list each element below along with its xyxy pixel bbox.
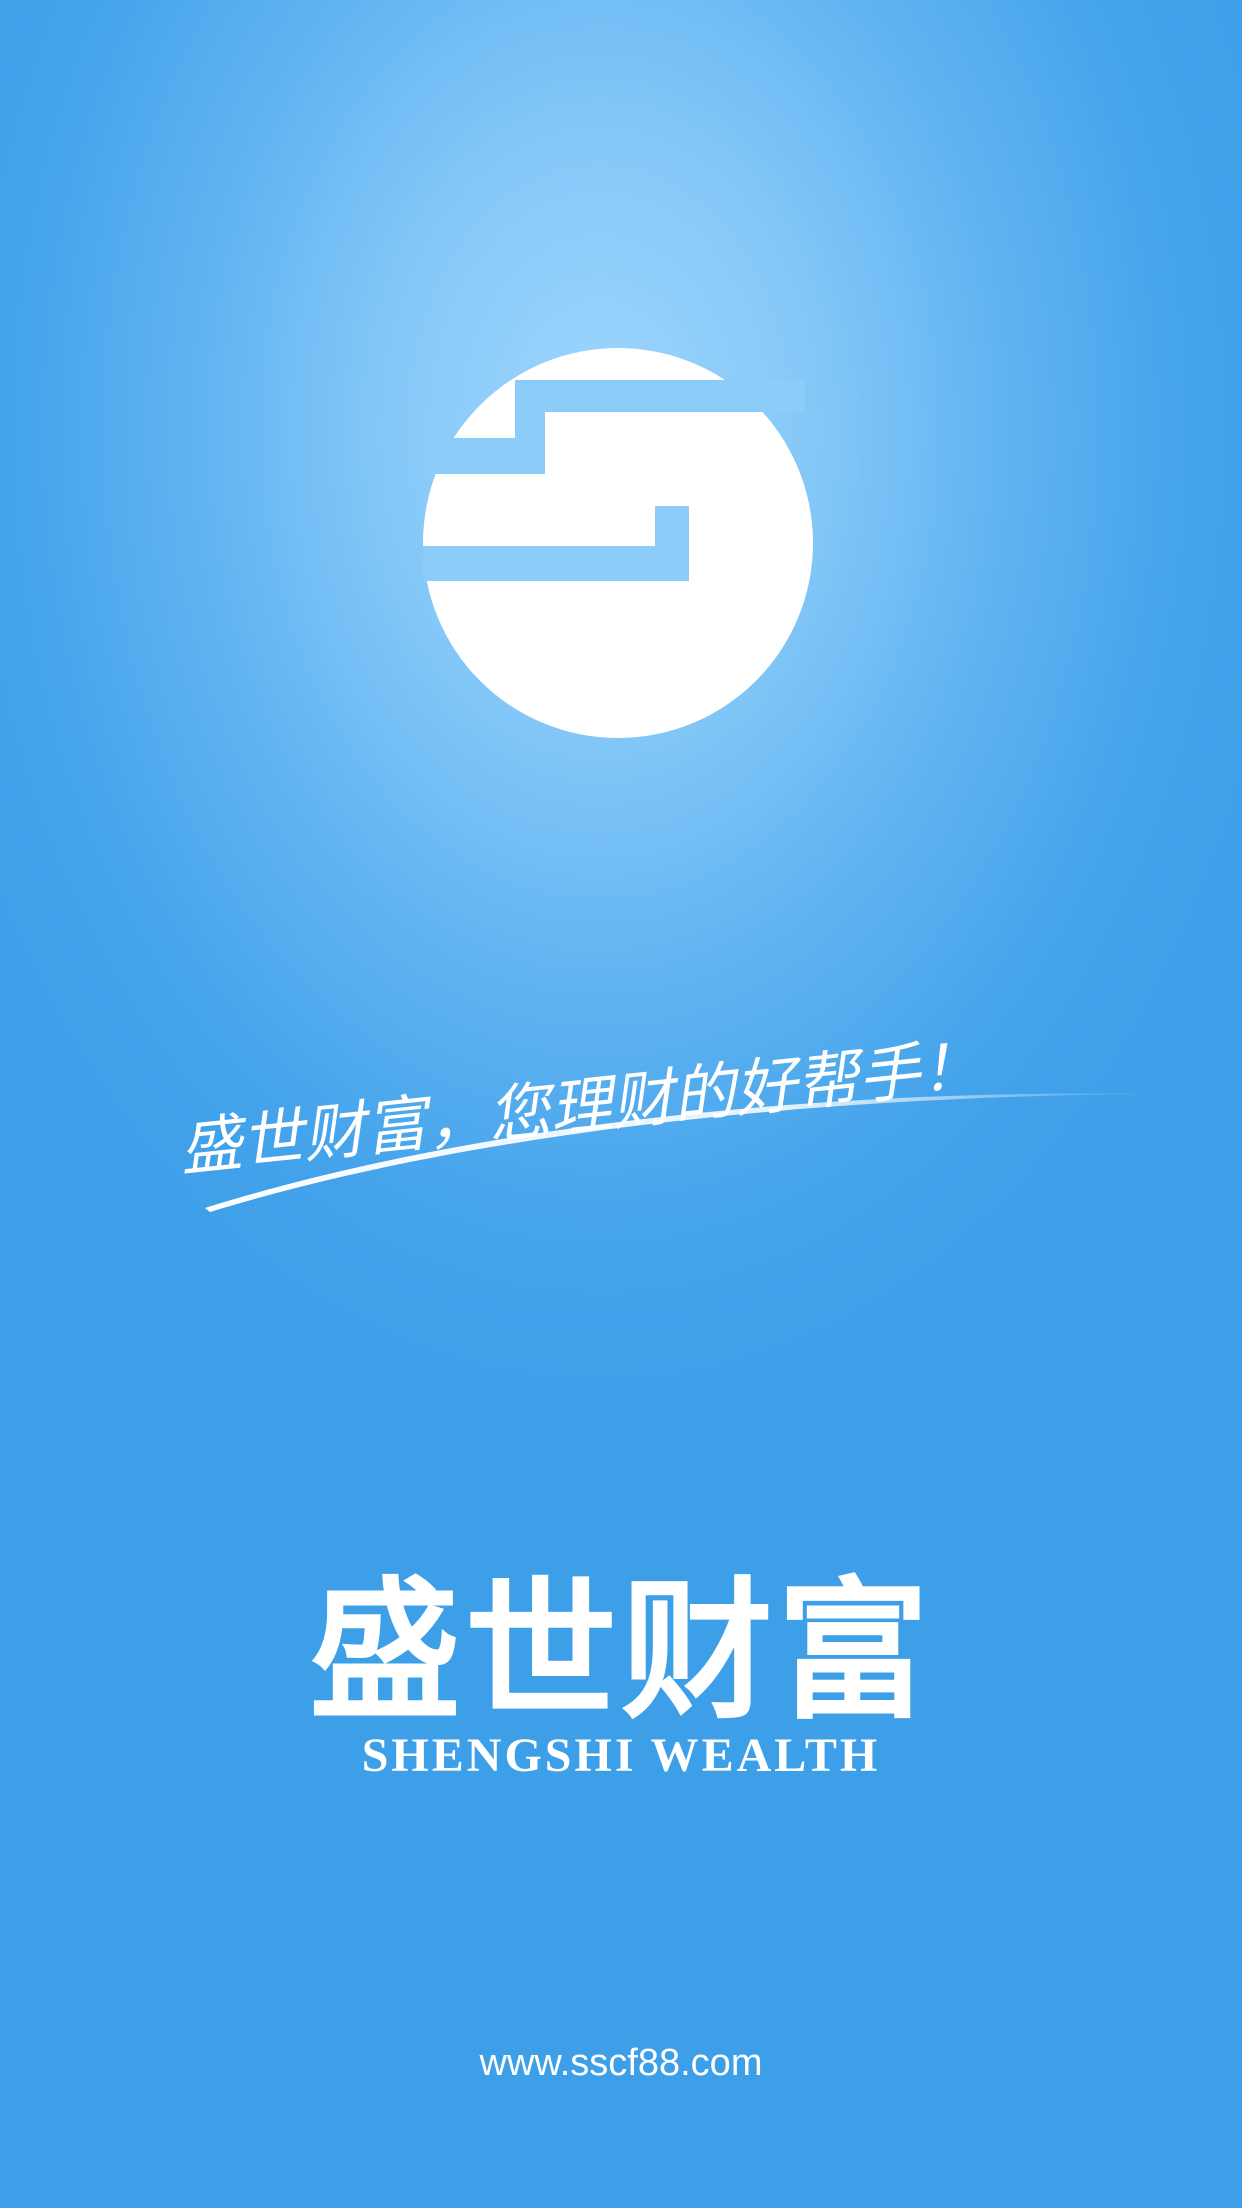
brand-name-en: SHENGSHI WEALTH	[361, 1729, 881, 1782]
tagline-text: 盛世财富，您理财的好帮手！	[176, 1028, 985, 1185]
brand-name-cn: 盛世财富	[309, 1561, 933, 1740]
tagline: 盛世财富，您理财的好帮手！	[176, 1028, 1168, 1212]
website-link: www.sscf88.com	[479, 2042, 763, 2084]
